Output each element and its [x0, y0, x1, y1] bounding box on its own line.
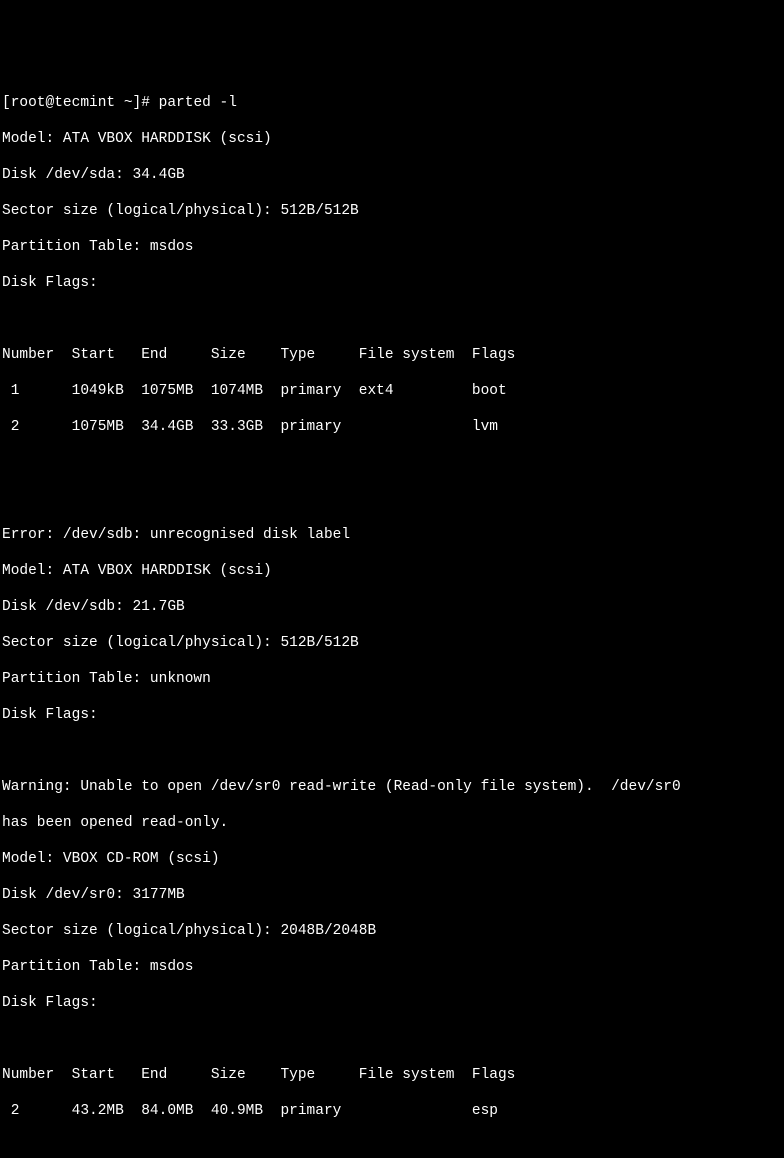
disk1-row2: 2 1075MB 34.4GB 33.3GB primary lvm	[2, 418, 782, 436]
blank-line	[2, 1138, 782, 1156]
command-text: parted -l	[159, 95, 237, 111]
blank-line	[2, 310, 782, 328]
prompt-line-1[interactable]: [root@tecmint ~]# parted -l	[2, 94, 782, 112]
disk3-flags: Disk Flags:	[2, 994, 782, 1012]
disk3-warning2: has been opened read-only.	[2, 814, 782, 832]
disk1-model: Model: ATA VBOX HARDDISK (scsi)	[2, 130, 782, 148]
disk3-row1: 2 43.2MB 84.0MB 40.9MB primary esp	[2, 1102, 782, 1120]
blank-line	[2, 1030, 782, 1048]
disk3-ptable: Partition Table: msdos	[2, 958, 782, 976]
disk2-ptable: Partition Table: unknown	[2, 670, 782, 688]
terminal-output: [root@tecmint ~]# parted -l Model: ATA V…	[2, 76, 782, 1158]
disk2-sector: Sector size (logical/physical): 512B/512…	[2, 634, 782, 652]
disk3-model: Model: VBOX CD-ROM (scsi)	[2, 850, 782, 868]
disk3-disk: Disk /dev/sr0: 3177MB	[2, 886, 782, 904]
disk1-row1: 1 1049kB 1075MB 1074MB primary ext4 boot	[2, 382, 782, 400]
disk2-flags: Disk Flags:	[2, 706, 782, 724]
blank-line	[2, 490, 782, 508]
disk1-flags: Disk Flags:	[2, 274, 782, 292]
disk1-header: Number Start End Size Type File system F…	[2, 346, 782, 364]
disk3-sector: Sector size (logical/physical): 2048B/20…	[2, 922, 782, 940]
blank-line	[2, 742, 782, 760]
blank-line	[2, 454, 782, 472]
disk2-error: Error: /dev/sdb: unrecognised disk label	[2, 526, 782, 544]
disk1-disk: Disk /dev/sda: 34.4GB	[2, 166, 782, 184]
disk3-warning: Warning: Unable to open /dev/sr0 read-wr…	[2, 778, 782, 796]
shell-prompt: [root@tecmint ~]#	[2, 95, 159, 111]
disk1-sector: Sector size (logical/physical): 512B/512…	[2, 202, 782, 220]
disk2-model: Model: ATA VBOX HARDDISK (scsi)	[2, 562, 782, 580]
disk3-header: Number Start End Size Type File system F…	[2, 1066, 782, 1084]
disk1-ptable: Partition Table: msdos	[2, 238, 782, 256]
disk2-disk: Disk /dev/sdb: 21.7GB	[2, 598, 782, 616]
